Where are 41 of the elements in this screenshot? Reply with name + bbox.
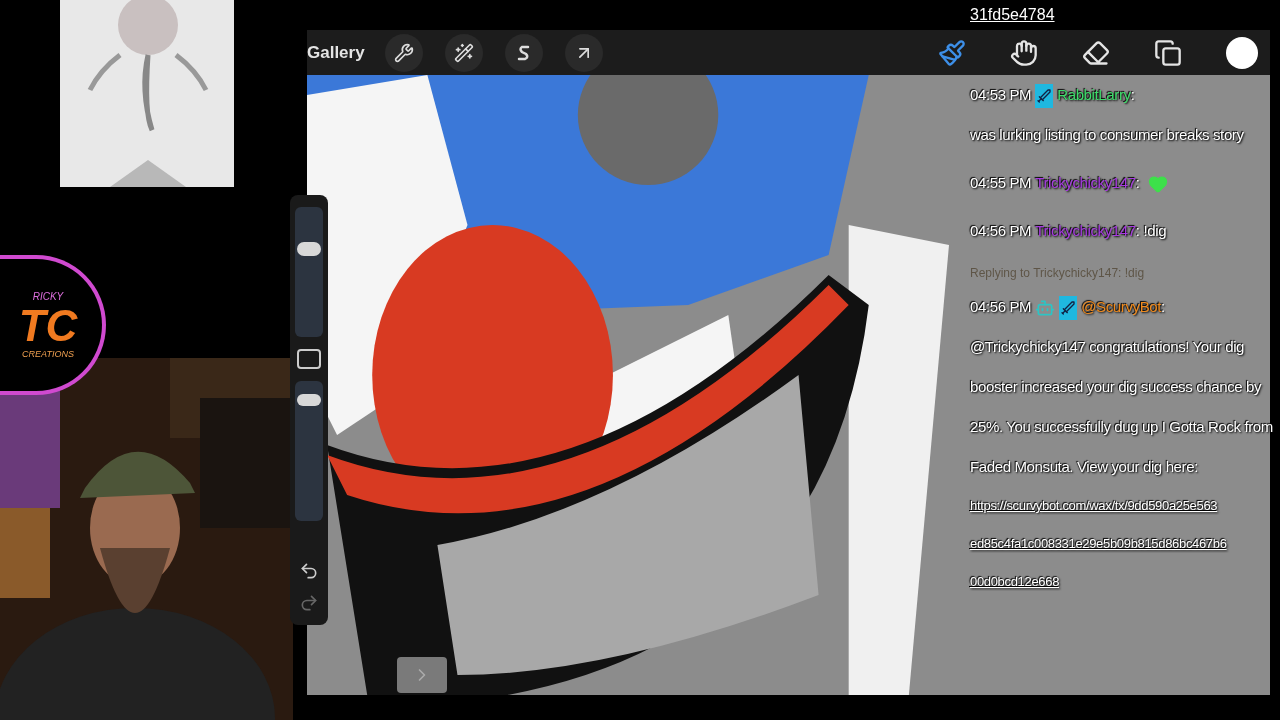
separator: :: [1130, 86, 1135, 103]
toolbar-button[interactable]: [564, 33, 603, 72]
logo-text: CREATIONS: [22, 347, 74, 361]
slider-thumb[interactable]: [297, 241, 321, 256]
hand-icon[interactable]: [1010, 38, 1038, 67]
separator: :: [1135, 222, 1140, 239]
message-time: 04:53 PM: [970, 86, 1032, 103]
brush-icon[interactable]: [938, 38, 966, 67]
heart-icon: [1147, 174, 1168, 195]
brush-size-slider[interactable]: [295, 207, 323, 337]
message-time: 04:56 PM: [970, 298, 1032, 315]
link[interactable]: https://scurvybot.com/wax/tx/9dd590a25e563: [970, 498, 1218, 513]
color-swatch[interactable]: [1226, 36, 1258, 69]
separator: :: [1135, 174, 1140, 191]
message-time: 04:55 PM: [970, 174, 1032, 191]
message-text: !dig: [1143, 221, 1167, 241]
opacity-slider[interactable]: [295, 381, 323, 521]
separator: :: [1161, 298, 1165, 315]
undo-icon[interactable]: [299, 561, 319, 581]
wrench-icon: [393, 42, 414, 63]
toolbar-button[interactable]: [444, 33, 483, 72]
message-time: 04:56 PM: [970, 222, 1032, 239]
link[interactable]: ed85c4fa1c008331e29e5b09b815d86bc467b6: [970, 536, 1227, 551]
slider-thumb[interactable]: [297, 393, 321, 406]
toolbar-button[interactable]: [504, 33, 543, 72]
sword-badge-icon: [1059, 296, 1078, 321]
logo-text: RICKY: [32, 289, 64, 304]
layers-icon[interactable]: [1154, 38, 1182, 67]
logo-text: TC: [18, 303, 78, 348]
message-text: was lurking listing to consumer breaks story: [970, 125, 1244, 145]
link[interactable]: 00d0bcd12e668: [970, 574, 1060, 589]
link[interactable]: 31fd5e4784: [970, 3, 1055, 27]
toolbar-button[interactable]: [384, 33, 423, 72]
gallery-button[interactable]: Gallery: [307, 39, 365, 66]
magic-wand-icon: [453, 42, 474, 63]
username[interactable]: RabbitLarry: [1057, 86, 1131, 103]
redo-icon[interactable]: [299, 593, 319, 613]
reply-note: Replying to Trickychicky147: !dig: [970, 265, 1146, 282]
square-button[interactable]: [297, 349, 321, 369]
sword-badge-icon: [1035, 84, 1054, 109]
eraser-icon[interactable]: [1082, 38, 1110, 67]
